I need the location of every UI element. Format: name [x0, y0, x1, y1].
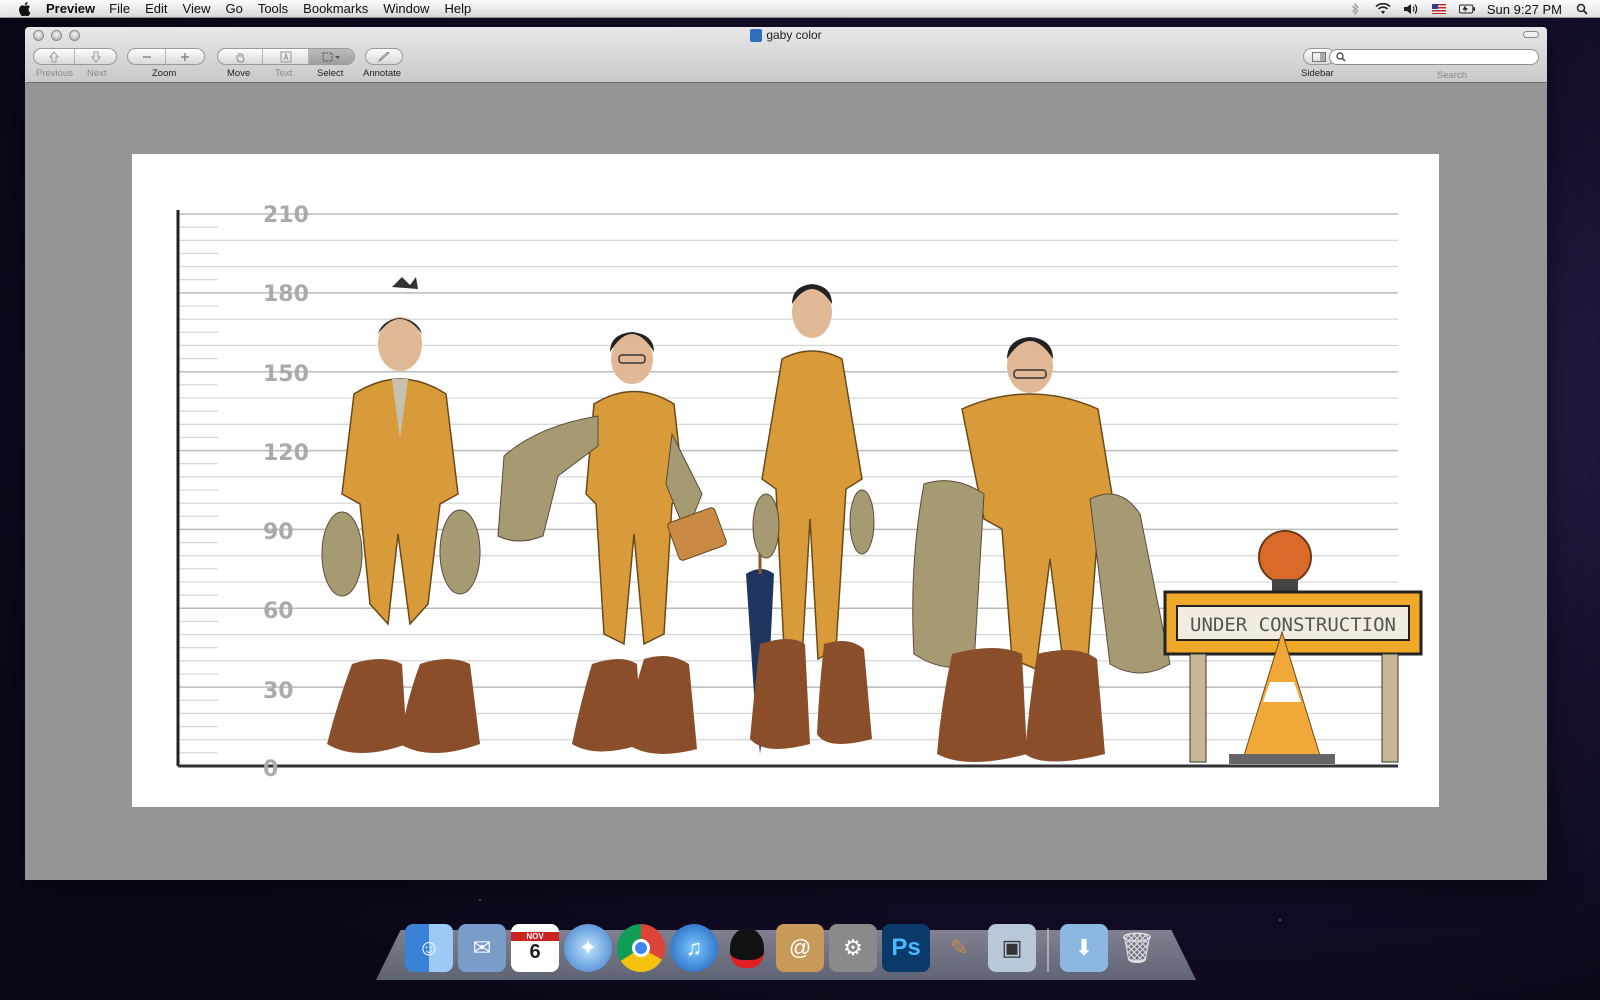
select-tool-button[interactable]	[308, 49, 354, 64]
minus-icon	[142, 55, 151, 58]
menu-bar: Preview File Edit View Go Tools Bookmark…	[0, 0, 1600, 18]
search-label: Search	[1436, 70, 1467, 81]
calendar-icon[interactable]: NOV 6	[511, 924, 559, 972]
prev-next-group: Previous Next	[33, 48, 117, 79]
chrome-icon[interactable]	[617, 924, 665, 972]
menu-app-name[interactable]: Preview	[46, 1, 95, 16]
wifi-icon[interactable]	[1375, 3, 1391, 15]
figure-4	[912, 337, 1171, 762]
window-toolbar: gaby color Previous Next Zoom Move Text …	[25, 27, 1547, 83]
annotate-label: Annotate	[363, 68, 402, 79]
ruler-label-120: 120	[263, 441, 309, 466]
brush-app-icon[interactable]: ✎	[935, 924, 983, 972]
next-label: Next	[87, 68, 107, 79]
finder-icon[interactable]: ☺	[405, 924, 453, 972]
previous-label: Previous	[36, 68, 73, 79]
menu-go[interactable]: Go	[225, 1, 242, 16]
ruler-label-90: 90	[263, 520, 294, 545]
sidebar-icon	[1312, 51, 1326, 62]
safari-icon[interactable]: ✦	[564, 924, 612, 972]
search-icon	[1336, 52, 1346, 62]
window-title-bar: gaby color	[25, 28, 1547, 42]
preview-window: gaby color Previous Next Zoom Move Text …	[25, 27, 1547, 880]
previous-button[interactable]	[34, 49, 76, 64]
text-cursor-icon	[280, 51, 292, 62]
window-title: gaby color	[766, 28, 822, 42]
calendar-day: 6	[529, 941, 541, 963]
zoom-in-button[interactable]	[166, 49, 204, 64]
sign-text: UNDER CONSTRUCTION	[1190, 614, 1396, 636]
annotate-button[interactable]	[366, 49, 402, 64]
text-label: Text	[275, 68, 293, 79]
plus-icon	[181, 52, 189, 61]
ruler-label-0: 0	[263, 757, 278, 782]
address-book-icon[interactable]: @	[776, 924, 824, 972]
dock-separator	[1047, 928, 1049, 972]
volume-icon[interactable]	[1403, 3, 1419, 15]
height-chart-illustration: 210 180 150 120 90 60 30 0 UNDER CONSTRU…	[176, 203, 1423, 782]
photoshop-icon[interactable]: Ps	[882, 924, 930, 972]
under-construction-barrier: UNDER CONSTRUCTION	[1163, 530, 1423, 764]
move-tool-button[interactable]	[218, 49, 264, 64]
preview-icon[interactable]: ▣	[988, 924, 1036, 972]
menu-file[interactable]: File	[109, 1, 130, 16]
figure-1	[321, 277, 481, 753]
annotate-group: Annotate	[363, 48, 403, 79]
text-tool-button[interactable]	[263, 49, 309, 64]
menu-help[interactable]: Help	[444, 1, 471, 16]
ruler-label-60: 60	[263, 599, 294, 624]
trash-icon[interactable]: 🗑	[1113, 924, 1161, 972]
tool-mode-group: Move Text Select	[217, 48, 355, 79]
ruler-label-30: 30	[263, 679, 294, 704]
figure-3	[746, 284, 875, 754]
next-button[interactable]	[75, 49, 116, 64]
zoom-group: Zoom	[127, 48, 205, 79]
menu-bookmarks[interactable]: Bookmarks	[303, 1, 368, 16]
ruler-label-210: 210	[263, 203, 309, 228]
menu-view[interactable]: View	[183, 1, 211, 16]
search-field[interactable]	[1329, 49, 1539, 65]
figure-2	[497, 332, 727, 754]
calendar-month: NOV	[511, 932, 559, 941]
input-flag-icon[interactable]	[1431, 3, 1447, 15]
dock: ☺ ✉ NOV 6 ✦ ♫ @ ⚙ Ps ✎ ▣ ⬇ 🗑	[405, 912, 1161, 972]
arrow-down-icon	[90, 51, 101, 63]
system-preferences-icon[interactable]: ⚙	[829, 924, 877, 972]
menu-tools[interactable]: Tools	[258, 1, 288, 16]
toolbar-toggle-button[interactable]	[1523, 31, 1539, 38]
pencil-icon	[377, 51, 390, 62]
document-page: 210 180 150 120 90 60 30 0 UNDER CONSTRU…	[132, 154, 1439, 807]
qq-icon[interactable]	[723, 924, 771, 972]
document-proxy-icon[interactable]	[750, 28, 763, 42]
zoom-label: Zoom	[152, 68, 177, 79]
ruler-label-150: 150	[263, 362, 309, 387]
spotlight-icon[interactable]	[1574, 3, 1590, 15]
menu-window[interactable]: Window	[383, 1, 429, 16]
arrow-up-icon	[48, 50, 60, 62]
menu-edit[interactable]: Edit	[145, 1, 167, 16]
ruler-label-180: 180	[263, 282, 309, 307]
bluetooth-icon[interactable]	[1347, 3, 1363, 15]
zoom-out-button[interactable]	[128, 49, 167, 64]
battery-icon[interactable]	[1458, 3, 1475, 15]
apple-menu-icon[interactable]	[16, 1, 32, 16]
move-label: Move	[227, 68, 251, 79]
itunes-icon[interactable]: ♫	[670, 924, 718, 972]
menu-clock[interactable]: Sun 9:27 PM	[1487, 2, 1562, 17]
hand-icon	[236, 52, 245, 63]
mail-icon[interactable]: ✉	[458, 924, 506, 972]
select-label: Select	[317, 68, 344, 79]
sidebar-label: Sidebar	[1301, 68, 1334, 79]
marquee-select-icon	[322, 52, 341, 61]
downloads-stack-icon[interactable]: ⬇	[1060, 924, 1108, 972]
